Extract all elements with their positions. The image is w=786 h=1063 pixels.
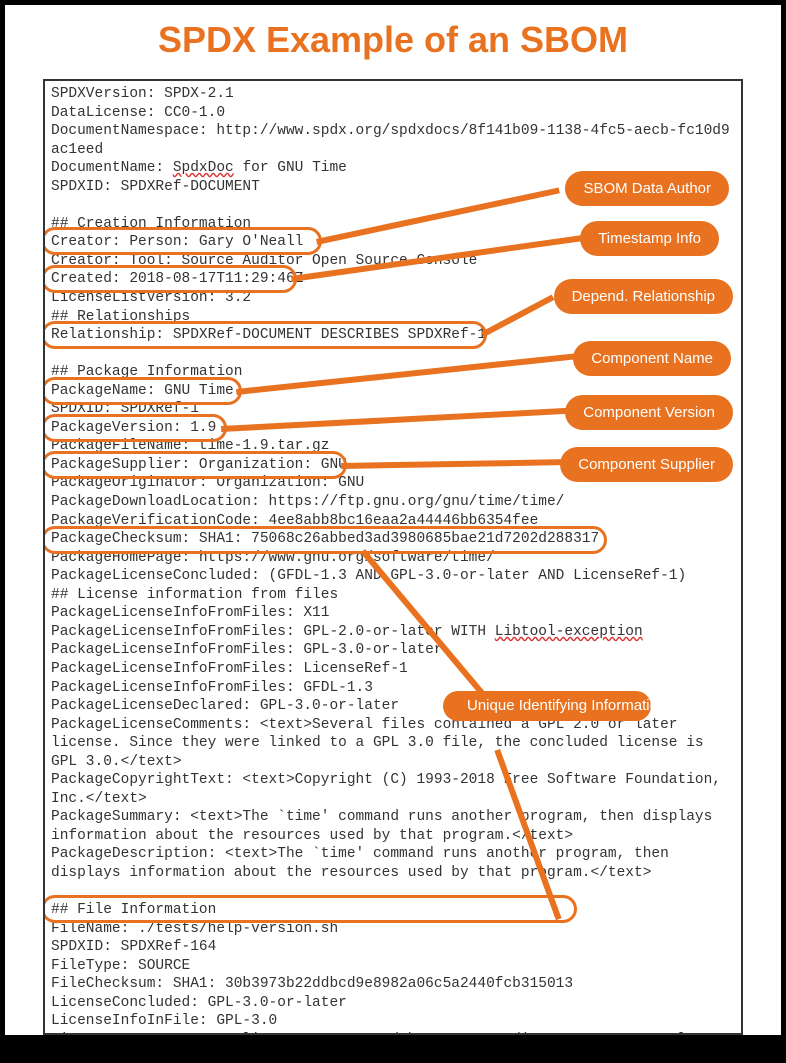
callout-compsup: Component Supplier <box>560 447 733 482</box>
code-line: SPDXVersion: SPDX-2.1 <box>51 85 735 104</box>
callout-timestamp: Timestamp Info <box>580 221 719 256</box>
code-line: PackageLicenseInfoFromFiles: GPL-3.0-or-… <box>51 641 735 660</box>
code-line: FileChecksum: SHA1: 30b3973b22ddbcd9e898… <box>51 975 735 994</box>
page-container: SPDX Example of an SBOM SPDXVersion: SPD… <box>5 5 781 1035</box>
highlight-packageversion <box>43 414 227 442</box>
code-line: PackageSummary: <text>The `time' command… <box>51 808 735 845</box>
code-line: LicenseComments: Seen licenses generated… <box>51 1031 735 1035</box>
highlight-relationship <box>43 321 487 349</box>
code-line: DocumentNamespace: http://www.spdx.org/s… <box>51 122 735 159</box>
highlight-created <box>43 265 297 293</box>
code-line: PackageDescription: <text>The `time' com… <box>51 845 735 882</box>
code-line: PackageLicenseInfoFromFiles: LicenseRef-… <box>51 660 735 679</box>
code-line: PackageLicenseInfoFromFiles: X11 <box>51 604 735 623</box>
code-listing: SPDXVersion: SPDX-2.1 DataLicense: CC0-1… <box>43 79 743 1035</box>
callout-compver: Component Version <box>565 395 733 430</box>
highlight-packagechecksum <box>43 526 607 554</box>
callout-author: SBOM Data Author <box>565 171 729 206</box>
page-title: SPDX Example of an SBOM <box>5 5 781 71</box>
code-line: PackageLicenseInfoFromFiles: GPL-2.0-or-… <box>51 623 735 642</box>
highlight-creator <box>43 227 322 255</box>
code-line: PackageDownloadLocation: https://ftp.gnu… <box>51 493 735 512</box>
callout-uid: Unique Identifying Information <box>443 691 651 721</box>
highlight-filechecksum <box>43 895 577 923</box>
code-line: LicenseConcluded: GPL-3.0-or-later <box>51 994 735 1013</box>
code-line: PackageLicenseComments: <text>Several fi… <box>51 716 735 772</box>
code-line: LicenseInfoInFile: GPL-3.0 <box>51 1012 735 1031</box>
highlight-packagename <box>43 377 242 405</box>
callout-compname: Component Name <box>573 341 731 376</box>
code-line: SPDXID: SPDXRef-164 <box>51 938 735 957</box>
code-line: FileType: SOURCE <box>51 957 735 976</box>
code-line: PackageCopyrightText: <text>Copyright (C… <box>51 771 735 808</box>
highlight-packagesupplier <box>43 451 347 479</box>
code-line: DataLicense: CC0-1.0 <box>51 104 735 123</box>
callout-relationship: Depend. Relationship <box>554 279 733 314</box>
